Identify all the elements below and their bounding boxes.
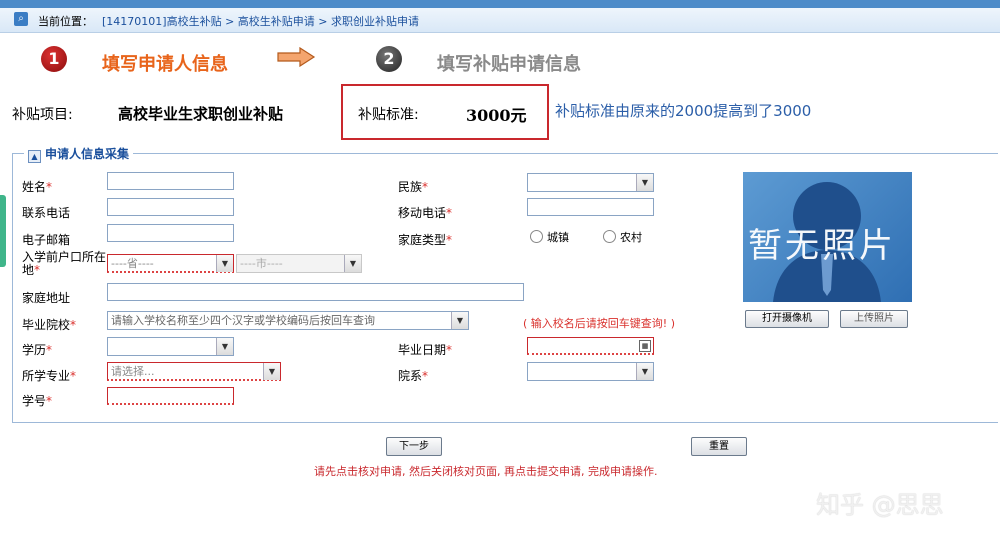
location-icon: ⌕: [14, 12, 28, 26]
school-label: 毕业院校*: [22, 318, 77, 332]
chevron-down-icon: ▼: [636, 174, 653, 191]
student-id-input[interactable]: [107, 387, 234, 405]
name-label: 姓名*: [22, 180, 53, 194]
chevron-down-icon: ▼: [344, 255, 361, 272]
email-label: 电子邮箱: [22, 233, 71, 247]
email-input[interactable]: [107, 224, 234, 242]
city-select[interactable]: ----市---- ▼: [236, 254, 362, 273]
grad-date-label: 毕业日期*: [398, 343, 453, 357]
school-hint: ( 输入校名后请按回车键查询! ): [523, 317, 675, 330]
phone-input[interactable]: [107, 198, 234, 216]
household-urban-radio[interactable]: [530, 230, 543, 243]
step-2-badge: 2: [376, 46, 402, 72]
upload-photo-button[interactable]: 上传照片: [840, 310, 908, 328]
education-select[interactable]: ▼: [107, 337, 234, 356]
major-label: 所学专业*: [22, 369, 77, 383]
section-legend[interactable]: ▲ 申请人信息采集: [24, 145, 134, 163]
arrow-right-icon: [277, 47, 316, 67]
mobile-input[interactable]: [527, 198, 654, 216]
grad-date-input[interactable]: ▦: [527, 337, 654, 355]
breadcrumb-label: 当前位置：: [38, 15, 93, 28]
province-select[interactable]: ----省---- ▼: [107, 254, 234, 273]
student-id-label: 学号*: [22, 394, 53, 408]
next-button[interactable]: 下一步: [386, 437, 442, 456]
subsidy-item-label: 补贴项目:: [12, 107, 73, 123]
address-input[interactable]: [107, 283, 524, 301]
major-select[interactable]: 请选择... ▼: [107, 362, 281, 381]
subsidy-note: 补贴标准由原来的2000提高到了3000: [555, 102, 812, 120]
chevron-down-icon: ▼: [451, 312, 468, 329]
school-input[interactable]: 请输入学校名称至少四个汉字或学校编码后按回车查询 ▼: [107, 311, 469, 330]
subsidy-standard-label: 补贴标准:: [358, 107, 419, 123]
subsidy-standard-value: 3000元: [466, 106, 527, 125]
step-1-badge: 1: [41, 46, 67, 72]
subsidy-item-value: 高校毕业生求职创业补贴: [118, 105, 284, 123]
household-urban-label: 城镇: [547, 231, 569, 244]
top-nav-bar: [0, 0, 1000, 8]
chevron-down-icon: ▼: [216, 255, 233, 272]
chevron-down-icon: ▼: [263, 363, 280, 380]
mobile-label: 移动电话*: [398, 206, 453, 220]
reset-button[interactable]: 重置: [691, 437, 747, 456]
household-rural-radio[interactable]: [603, 230, 616, 243]
section-title: 申请人信息采集: [45, 147, 130, 161]
step-1-label: 填写申请人信息: [102, 54, 228, 75]
open-camera-button[interactable]: 打开摄像机: [745, 310, 829, 328]
name-input[interactable]: [107, 172, 234, 190]
phone-label: 联系电话: [22, 206, 71, 220]
collapse-icon[interactable]: ▲: [28, 150, 41, 163]
side-tab-handle[interactable]: [0, 195, 6, 267]
chevron-down-icon: ▼: [636, 363, 653, 380]
ethnicity-label: 民族*: [398, 180, 429, 194]
watermark: 知乎 @思思: [816, 491, 944, 519]
department-select[interactable]: ▼: [527, 362, 654, 381]
chevron-down-icon: ▼: [216, 338, 233, 355]
calendar-icon[interactable]: ▦: [639, 340, 651, 352]
no-photo-text: 暂无照片: [748, 226, 896, 266]
hukou-label: 入学前户口所在 地*: [22, 250, 107, 277]
household-rural-label: 农村: [620, 231, 642, 244]
address-label: 家庭地址: [22, 291, 71, 305]
breadcrumb-path[interactable]: [14170101]高校生补贴 > 高校生补贴申请 > 求职创业补贴申请: [102, 13, 419, 29]
household-label: 家庭类型*: [398, 233, 453, 247]
footer-message: 请先点击核对申请, 然后关闭核对页面, 再点击提交申请, 完成申请操作.: [314, 465, 658, 478]
step-2-label: 填写补贴申请信息: [437, 54, 581, 75]
ethnicity-select[interactable]: ▼: [527, 173, 654, 192]
education-label: 学历*: [22, 343, 53, 357]
department-label: 院系*: [398, 369, 429, 383]
